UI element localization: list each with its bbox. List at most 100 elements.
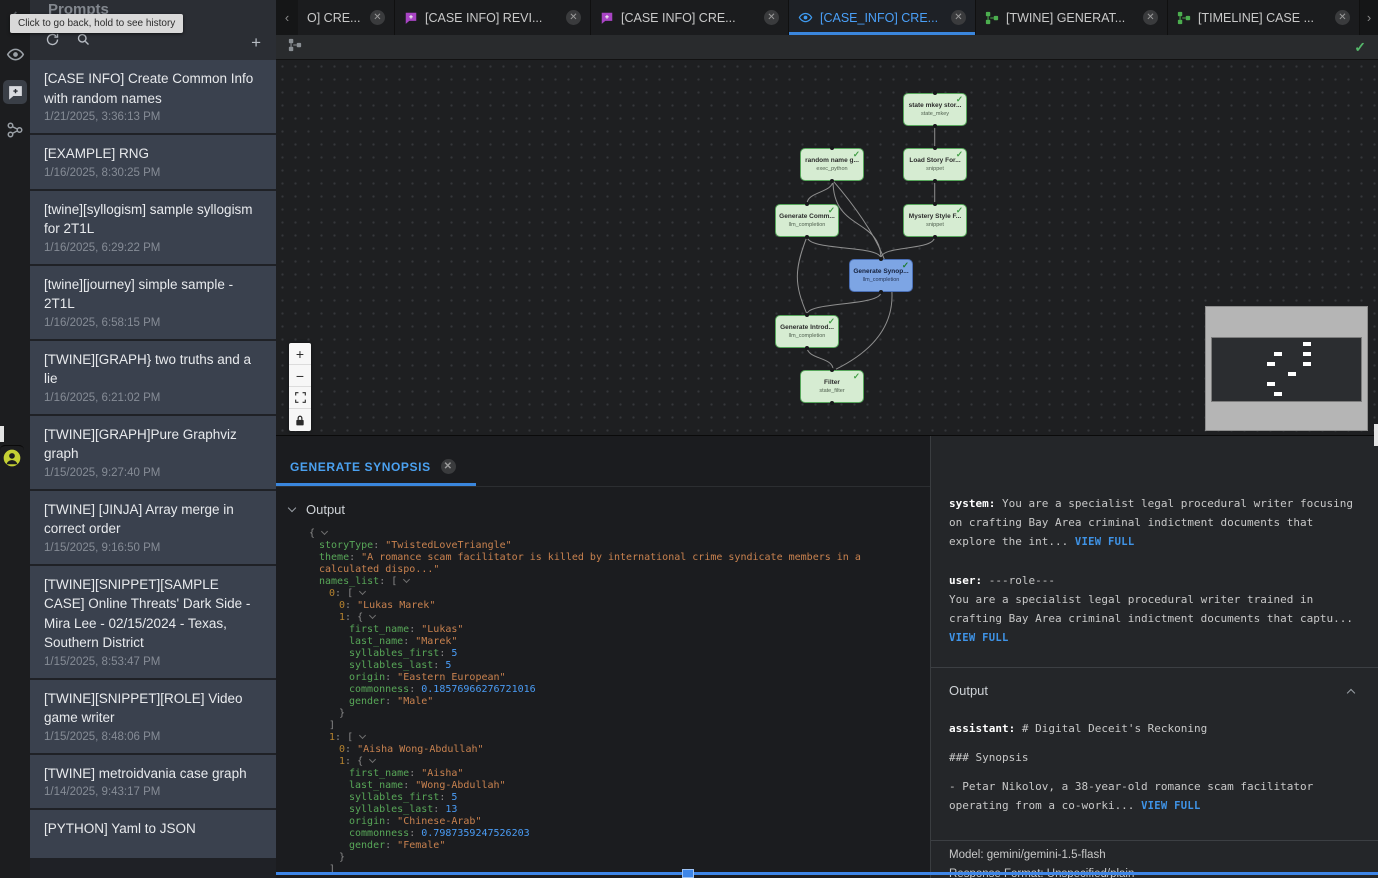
view-full-link[interactable]: VIEW FULL (1141, 800, 1201, 812)
refresh-icon[interactable] (45, 32, 60, 52)
minimap[interactable] (1205, 306, 1368, 431)
right-splitter-handle[interactable] (1374, 424, 1378, 446)
json-token: : (409, 768, 421, 779)
close-icon[interactable]: ✕ (1143, 10, 1158, 25)
graph-node-llm_completion[interactable]: Generate Synop...llm_completion✓ (849, 259, 913, 292)
check-icon: ✓ (956, 205, 963, 216)
collapse-chevron-icon[interactable] (369, 756, 376, 763)
tab-label: [CASE INFO] CRE... (621, 11, 736, 25)
check-icon: ✓ (956, 149, 963, 160)
json-token: "Aisha" (421, 768, 463, 779)
json-token: : (345, 756, 357, 767)
messages-panel: system: You are a specialist legal proce… (930, 436, 1378, 878)
json-token: "Lukas" (421, 624, 463, 635)
json-token: commonness (349, 828, 409, 839)
collapse-chevron-icon[interactable] (359, 588, 366, 595)
collapse-chevron-icon[interactable] (359, 732, 366, 739)
tab-label: O] CRE... (307, 11, 360, 25)
workflow-icon (1177, 11, 1191, 25)
close-icon[interactable]: ✕ (1335, 10, 1350, 25)
graph-node-exec_python[interactable]: random name g...exec_python✓ (800, 148, 864, 181)
prompt-list-item[interactable]: [twine][syllogism] sample syllogism for … (30, 191, 276, 264)
minimap-viewport (1211, 337, 1362, 402)
output-label: Output (949, 681, 988, 700)
user-avatar-icon[interactable] (0, 445, 24, 469)
tab-timeline-case[interactable]: [TIMELINE] CASE ...✕ (1168, 0, 1360, 35)
prompt-list-item[interactable]: [TWINE][SNIPPET][ROLE] Video game writer… (30, 680, 276, 753)
tabs-scroll-right-icon[interactable]: › (1360, 0, 1378, 35)
tab-twine-generat[interactable]: [TWINE] GENERAT... ✕ (976, 0, 1168, 35)
tabs-scroll-left-icon[interactable]: ‹ (276, 0, 298, 35)
eye-icon[interactable] (3, 42, 27, 66)
json-token: : (439, 792, 451, 803)
json-token: origin (349, 816, 385, 827)
collapse-chevron-icon[interactable] (369, 612, 376, 619)
graph-node-llm_completion[interactable]: Generate Comm...llm_completion✓ (775, 204, 839, 237)
graph-node-snippet[interactable]: Load Story For...snippet✓ (903, 148, 967, 181)
add-icon[interactable]: + (251, 34, 261, 51)
json-token: ] (329, 720, 335, 731)
prompt-list-item[interactable]: [twine][journey] simple sample - 2T1L1/1… (30, 266, 276, 339)
check-icon: ✓ (902, 260, 909, 271)
tab-label: [TWINE] GENERAT... (1006, 11, 1125, 25)
close-icon[interactable]: ✕ (441, 459, 456, 474)
graph-node-state_filter[interactable]: Filterstate_filter✓ (800, 370, 864, 403)
json-token: theme (319, 552, 349, 563)
tab-case-info-cre[interactable]: [CASE INFO] CRE... ✕ (591, 0, 789, 35)
view-full-link[interactable]: VIEW FULL (949, 632, 1009, 644)
prompts-chat-icon[interactable] (3, 80, 27, 104)
back-tooltip: Click to go back, hold to see history (10, 14, 183, 33)
json-token: : (403, 636, 415, 647)
system-message: system: You are a specialist legal proce… (949, 494, 1360, 552)
close-icon[interactable]: ✕ (951, 10, 966, 25)
splitter-handle[interactable] (682, 869, 694, 878)
output-collapse-row[interactable]: Output (276, 487, 930, 517)
close-icon[interactable]: ✕ (566, 10, 581, 25)
prompt-timestamp: 1/16/2025, 6:58:15 PM (44, 317, 262, 329)
zoom-out-button[interactable]: − (289, 365, 311, 387)
json-line: gender: "Male" (309, 696, 930, 708)
json-token: names_list (319, 576, 379, 587)
view-full-link[interactable]: VIEW FULL (1075, 536, 1135, 548)
horizontal-splitter[interactable] (276, 872, 1378, 875)
tab-case-info-revi[interactable]: [CASE INFO] REVI... ✕ (395, 0, 591, 35)
zoom-in-button[interactable]: + (289, 343, 311, 365)
user-text: You are a specialist legal procedural wr… (949, 593, 1353, 625)
graph-node-llm_completion[interactable]: Generate Introd...llm_completion✓ (775, 315, 839, 348)
collapse-chevron-icon[interactable] (403, 576, 410, 583)
prompt-timestamp: 1/16/2025, 8:30:25 PM (44, 167, 262, 179)
prompt-list-item[interactable]: [CASE INFO] Create Common Info with rand… (30, 60, 276, 133)
json-line: 1: { (309, 756, 930, 768)
prompt-list-item[interactable]: [TWINE] metroidvania case graph1/14/2025… (30, 755, 276, 809)
prompt-list-item[interactable]: [TWINE] [JINJA] Array merge in correct o… (30, 491, 276, 564)
tab-label: [CASE INFO] REVI... (425, 11, 542, 25)
prompt-list-item[interactable]: [TWINE][GRAPH} two truths and a lie1/16/… (30, 341, 276, 414)
tab-generate-synopsis[interactable]: GENERATE SYNOPSIS ✕ (276, 436, 476, 486)
tab-case-info-cre[interactable]: [CASE_INFO] CRE... ✕ (789, 0, 976, 35)
main-area: ‹ O] CRE...✕[CASE INFO] REVI...✕[CASE IN… (276, 0, 1378, 878)
json-token: first_name (349, 768, 409, 779)
json-token: "Aisha Wong-Abdullah" (357, 744, 483, 755)
zoom-controls: + − (289, 343, 311, 431)
graph-node-snippet[interactable]: Mystery Style F...snippet✓ (903, 204, 967, 237)
workflow-hook-icon[interactable] (3, 118, 27, 142)
lock-button[interactable] (289, 409, 311, 431)
prompt-list-item[interactable]: [EXAMPLE] RNG1/16/2025, 8:30:25 PM (30, 135, 276, 189)
json-token: : (409, 624, 421, 635)
json-line: last_name: "Wong-Abdullah" (309, 780, 930, 792)
graph-canvas[interactable]: state mkey stor...state_mkey✓random name… (276, 59, 1378, 435)
search-icon[interactable] (76, 32, 91, 52)
close-icon[interactable]: ✕ (370, 10, 385, 25)
prompt-list-item[interactable]: [PYTHON] Yaml to JSON (30, 810, 276, 858)
graph-node-state_mkey[interactable]: state mkey stor...state_mkey✓ (903, 93, 967, 126)
fit-view-button[interactable] (289, 387, 311, 409)
tab-label: [CASE_INFO] CRE... (820, 11, 938, 25)
close-icon[interactable]: ✕ (764, 10, 779, 25)
left-splitter-handle[interactable] (0, 426, 4, 442)
json-token: : (385, 816, 397, 827)
collapse-chevron-icon[interactable] (321, 528, 328, 535)
output-collapse-header[interactable]: Output (949, 668, 1360, 713)
prompt-list-item[interactable]: [TWINE][SNIPPET][SAMPLE CASE] Online Thr… (30, 566, 276, 678)
tab-o-cre[interactable]: O] CRE... ✕ (298, 0, 395, 35)
prompt-list-item[interactable]: [TWINE][GRAPH]Pure Graphviz graph1/15/20… (30, 416, 276, 489)
